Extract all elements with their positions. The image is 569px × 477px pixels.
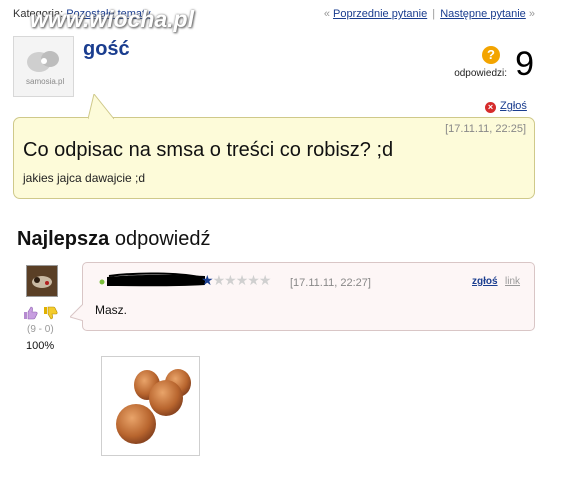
watermark: www.wiocha.pl xyxy=(30,6,194,32)
left-arrow-icon: « xyxy=(323,8,330,20)
thumbs-up-icon[interactable] xyxy=(22,305,38,321)
vote-tally: (9 - 0) xyxy=(27,324,54,335)
avatar-placeholder-icon xyxy=(14,37,73,96)
avatar-image-icon xyxy=(27,266,57,296)
vote-buttons xyxy=(22,305,62,321)
redacted-username xyxy=(99,272,205,287)
answers-count: 9 xyxy=(515,45,534,83)
bubble-tail xyxy=(88,94,114,120)
report-x-icon: × xyxy=(485,102,496,113)
star-empty-icon: ★ xyxy=(247,272,260,288)
answer-date: [17.11.11, 22:27] xyxy=(290,277,371,289)
star-empty-icon: ★ xyxy=(224,272,237,288)
vote-percent: 100% xyxy=(26,340,55,352)
star-filled-icon: ★ xyxy=(201,272,214,288)
answer-author-avatar[interactable] xyxy=(26,265,58,297)
answers-label: odpowiedzi: xyxy=(454,68,507,79)
question-body: jakies jajca dawajcie ;d xyxy=(23,171,146,185)
star-empty-icon: ★ xyxy=(235,272,249,288)
best-answer-heading-bold: Najlepsza xyxy=(17,228,110,250)
author-username[interactable]: gość xyxy=(83,38,130,61)
question-date: [17.11.11, 22:25] xyxy=(445,123,526,135)
report-question[interactable]: × Zgłoś xyxy=(485,100,527,113)
avatar-site-label: samosia.pl xyxy=(26,77,65,86)
report-question-link[interactable]: Zgłoś xyxy=(500,100,527,112)
rating-stars: ★★★★★★ xyxy=(201,272,272,289)
answer-permalink[interactable]: link xyxy=(505,276,520,287)
author-avatar[interactable]: samosia.pl xyxy=(13,36,74,97)
eggs-image[interactable] xyxy=(101,356,200,456)
best-answer-heading-rest: odpowiedź xyxy=(114,228,211,250)
question-icon: ? xyxy=(482,46,500,64)
question-bubble: [17.11.11, 22:25] Co odpisac na smsa o t… xyxy=(13,94,535,199)
answer-bubble: ★★★★★★ [17.11.11, 22:27] zgłoś link Masz… xyxy=(70,262,535,331)
nav-separator: | xyxy=(432,8,436,20)
star-empty-icon: ★ xyxy=(212,272,226,288)
right-arrow-icon: » xyxy=(528,8,535,20)
question-navigation: « Poprzednie pytanie | Następne pytanie … xyxy=(324,8,535,20)
star-empty-icon: ★ xyxy=(258,272,272,288)
previous-question-link[interactable]: Poprzednie pytanie xyxy=(333,8,427,20)
next-question-link[interactable]: Następne pytanie xyxy=(440,8,526,20)
best-answer-heading: Najlepsza odpowiedź xyxy=(17,228,210,251)
thumbs-down-icon[interactable] xyxy=(42,305,58,321)
report-answer-link[interactable]: zgłoś xyxy=(472,276,498,287)
question-title: Co odpisac na smsa o treści co robisz? ;… xyxy=(23,139,394,161)
answer-text: Masz. xyxy=(95,303,128,317)
answer-bubble-tail xyxy=(70,303,84,322)
eggs-icon xyxy=(116,369,191,444)
